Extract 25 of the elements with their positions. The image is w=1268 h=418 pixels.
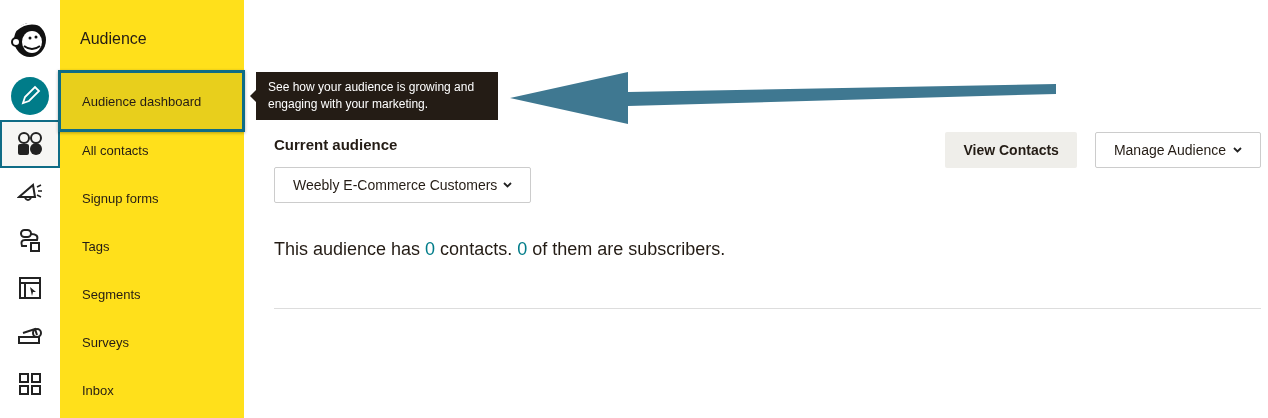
people-icon[interactable] (17, 132, 43, 156)
audience-dropdown[interactable]: Weebly E-Commerce Customers (274, 167, 532, 203)
sidebar-item[interactable]: Tags (60, 228, 244, 264)
megaphone-icon[interactable] (17, 181, 43, 203)
sidebar-item[interactable]: All contacts (60, 132, 244, 168)
manage-audience-button[interactable]: Manage Audience (1094, 132, 1261, 168)
chevron-icon (1233, 147, 1242, 153)
pencil-icon[interactable] (11, 77, 49, 115)
stack-icon[interactable] (17, 325, 43, 347)
tooltip-pointer (250, 90, 256, 102)
sidebar-title: Audience (79, 30, 148, 49)
sidebar-item[interactable]: Surveys (60, 324, 244, 360)
sidebar-item[interactable]: Audience dashboard (58, 70, 245, 132)
current-audience-label: Current audience (274, 136, 399, 153)
selected-nav-item[interactable] (0, 120, 60, 168)
audience-summary: This audience has 0 contacts. 0 of them are subscribers. (274, 239, 727, 260)
chevron-icon (503, 182, 513, 188)
flow-icon[interactable] (19, 228, 41, 252)
view-contacts-button[interactable]: View Contacts (945, 132, 1077, 168)
grid-icon[interactable] (19, 373, 41, 395)
window-cursor-icon[interactable] (19, 277, 41, 299)
tooltip: See how your audience is growing and engaging with your marketing. (256, 72, 498, 120)
sidebar-item[interactable]: Inbox (60, 372, 244, 408)
sidebar-item[interactable]: Signup forms (60, 180, 244, 216)
sidebar-item[interactable]: Segments (60, 276, 244, 312)
